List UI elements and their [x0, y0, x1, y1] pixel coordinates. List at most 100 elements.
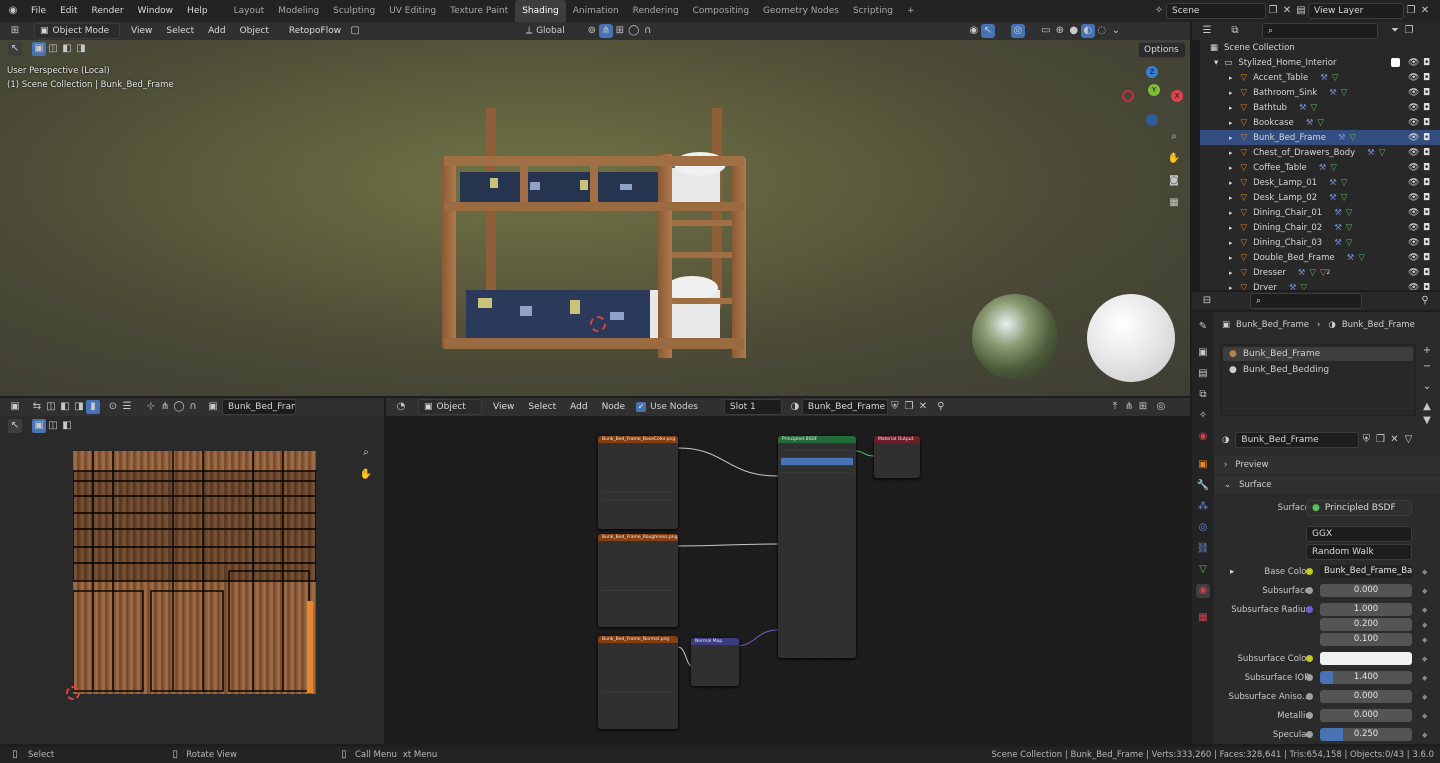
outliner-item[interactable]: ▸ ▽ Coffee_Table ⚒ ▽ 👁 ◘: [1200, 160, 1440, 175]
modifier-wrench-icon[interactable]: ⚒: [1347, 253, 1355, 263]
keyframe-dot-icon[interactable]: ◆: [1422, 606, 1427, 614]
move-up-icon[interactable]: ▲: [1420, 400, 1434, 414]
expand-arrow-icon[interactable]: ▸: [1229, 239, 1233, 247]
mesh-data-icon[interactable]: ▽: [1332, 73, 1339, 83]
modifier-wrench-icon[interactable]: ⚒: [1338, 133, 1346, 143]
tab-rendering[interactable]: Rendering: [626, 0, 686, 22]
view-layer-field[interactable]: View Layer: [1308, 3, 1404, 19]
bsdf-field-value[interactable]: 0.000: [1320, 709, 1412, 722]
mesh-data-icon[interactable]: ▽: [1346, 223, 1353, 233]
keyframe-dot-icon[interactable]: ◆: [1422, 621, 1427, 629]
use-nodes-checkbox[interactable]: ✓: [636, 402, 647, 412]
render-camera-icon[interactable]: ◘: [1423, 163, 1430, 173]
node-unlink-icon[interactable]: ✕: [916, 400, 930, 414]
mesh-data-icon[interactable]: ▽: [1341, 178, 1348, 188]
image-texture-node-roughness[interactable]: Bunk_Bed_Frame_Roughness.png: [598, 534, 678, 627]
uv-proportional-icon[interactable]: ◯: [172, 400, 186, 414]
shading-solid-icon[interactable]: ●: [1067, 24, 1081, 38]
viewport-menu-add[interactable]: Add: [201, 26, 232, 36]
node-fake-user-icon[interactable]: ⛨: [888, 400, 902, 414]
node-menu-view[interactable]: View: [486, 402, 521, 412]
constraints-tab-icon[interactable]: ⛓: [1196, 542, 1210, 556]
pin-icon[interactable]: ⚲: [1418, 294, 1432, 308]
socket-dot-icon[interactable]: [1306, 655, 1313, 662]
expand-arrow-icon[interactable]: ▸: [1229, 194, 1233, 202]
modifier-wrench-icon[interactable]: ⚒: [1334, 208, 1342, 218]
socket-dot-icon[interactable]: [1306, 568, 1313, 575]
modifier-wrench-icon[interactable]: ⚒: [1329, 178, 1337, 188]
node-parent-icon[interactable]: ⤒: [1108, 400, 1122, 414]
visibility-eye-icon[interactable]: 👁: [1408, 118, 1419, 128]
pan-hand-icon[interactable]: ✋: [1167, 152, 1181, 166]
uv-sticky-icon[interactable]: ⊙: [106, 400, 120, 414]
render-camera-icon[interactable]: ◘: [1423, 103, 1430, 113]
uv-pan-icon[interactable]: ✋: [359, 468, 373, 482]
outliner-filter-icon[interactable]: ⏷: [1388, 24, 1402, 38]
material-name-field[interactable]: Bunk_Bed_Frame: [1235, 431, 1360, 448]
uv-pivot-icon[interactable]: ⊹: [144, 400, 158, 414]
properties-editor-icon[interactable]: ⊟: [1200, 294, 1214, 308]
menu-edit[interactable]: Edit: [53, 6, 84, 16]
principled-bsdf-node[interactable]: Principled BSDF: [778, 436, 856, 658]
uv-sync-icon[interactable]: ⇆: [30, 400, 44, 414]
surface-shader-field[interactable]: ● Principled BSDF: [1306, 499, 1412, 516]
keyframe-dot-icon[interactable]: ◆: [1422, 568, 1427, 576]
3d-viewport[interactable]: ↖ ▣ ◫ ◧ ◨ Options User Perspective (Loca…: [0, 40, 1190, 396]
visibility-eye-icon[interactable]: 👁: [1408, 223, 1419, 233]
node-editor-type-icon[interactable]: ◔: [394, 400, 408, 414]
node-menu-select[interactable]: Select: [521, 402, 563, 412]
expand-arrow-icon[interactable]: ▸: [1229, 134, 1233, 142]
menu-window[interactable]: Window: [131, 6, 181, 16]
normal-map-node[interactable]: Normal Map: [691, 638, 739, 686]
modifier-wrench-icon[interactable]: ⚒: [1320, 73, 1328, 83]
keyframe-dot-icon[interactable]: ◆: [1422, 731, 1427, 739]
keyframe-dot-icon[interactable]: ◆: [1422, 655, 1427, 663]
outliner-item[interactable]: ▸ ▽ Double_Bed_Frame ⚒ ▽ 👁 ◘: [1200, 250, 1440, 265]
remove-slot-icon[interactable]: −: [1420, 360, 1434, 374]
tab-geometry-nodes[interactable]: Geometry Nodes: [756, 0, 846, 22]
socket-dot-icon[interactable]: [1306, 693, 1313, 700]
render-camera-icon[interactable]: ◘: [1423, 148, 1430, 158]
material-slot-1[interactable]: ● Bunk_Bed_Frame: [1223, 347, 1413, 361]
mesh-data-icon[interactable]: ▽: [1317, 118, 1324, 128]
material-tab-icon[interactable]: ◉: [1196, 584, 1210, 598]
uv-vertex-icon[interactable]: ◫: [44, 400, 58, 414]
node-snap-target-icon[interactable]: ⊞: [1136, 400, 1150, 414]
visibility-eye-icon[interactable]: 👁: [1408, 253, 1419, 263]
outliner-search[interactable]: ⌕: [1262, 23, 1378, 39]
uv-select-tool-icon[interactable]: ↖: [8, 419, 22, 433]
outliner-item[interactable]: ▸ ▽ Bathtub ⚒ ▽ 👁 ◘: [1200, 100, 1440, 115]
visibility-eye-icon[interactable]: 👁: [1408, 103, 1419, 113]
uv-snap-icon[interactable]: ⋔: [158, 400, 172, 414]
fake-user-icon[interactable]: ⛨: [1359, 433, 1373, 447]
modifier-wrench-icon[interactable]: ⚒: [1334, 223, 1342, 233]
socket-dot-icon[interactable]: [1306, 606, 1313, 613]
visibility-eye-icon[interactable]: 👁: [1408, 283, 1419, 291]
options-dropdown[interactable]: Options: [1138, 42, 1186, 58]
modifier-wrench-icon[interactable]: ⚒: [1289, 283, 1297, 291]
socket-dot-icon[interactable]: [1306, 712, 1313, 719]
shading-rendered-icon[interactable]: ◌: [1095, 24, 1109, 38]
outliner-collection-row[interactable]: ▾ ▭ Stylized_Home_Interior 👁 ◘: [1200, 55, 1440, 70]
scene-tab-icon[interactable]: ✧: [1196, 409, 1210, 423]
modifier-wrench-icon[interactable]: ⚒: [1306, 118, 1314, 128]
expand-arrow-icon[interactable]: ▸: [1229, 149, 1233, 157]
socket-dot-icon[interactable]: [1306, 674, 1313, 681]
link-mode-icon[interactable]: ▽: [1401, 433, 1415, 447]
outliner-root-row[interactable]: ▦ Scene Collection: [1200, 40, 1440, 55]
gizmo-toggle-icon[interactable]: ↖: [980, 24, 995, 38]
overlay-toggle-icon[interactable]: ◎: [1010, 24, 1025, 38]
outliner-item[interactable]: ▸ ▽ Bunk_Bed_Frame ⚒ ▽ 👁 ◘: [1200, 130, 1440, 145]
slot-specials-icon[interactable]: ⌄: [1420, 380, 1434, 394]
shader-node-editor[interactable]: Bunk_Bed_Frame_BaseColor.png Bunk_Bed_Fr…: [386, 416, 1190, 744]
move-down-icon[interactable]: ▼: [1420, 414, 1434, 428]
data-tab-icon[interactable]: ▽: [1196, 563, 1210, 577]
expand-arrow-icon[interactable]: ▸: [1230, 567, 1234, 577]
visibility-icon[interactable]: ◉: [967, 24, 981, 38]
bsdf-field-value[interactable]: 0.250: [1320, 728, 1412, 741]
collection-visibility-icon[interactable]: 👁: [1408, 58, 1419, 68]
shading-wireframe-icon[interactable]: ⊕: [1053, 24, 1067, 38]
modifier-wrench-icon[interactable]: ⚒: [1298, 268, 1306, 278]
tool-tab-icon[interactable]: ✎: [1196, 320, 1210, 334]
render-camera-icon[interactable]: ◘: [1423, 133, 1430, 143]
